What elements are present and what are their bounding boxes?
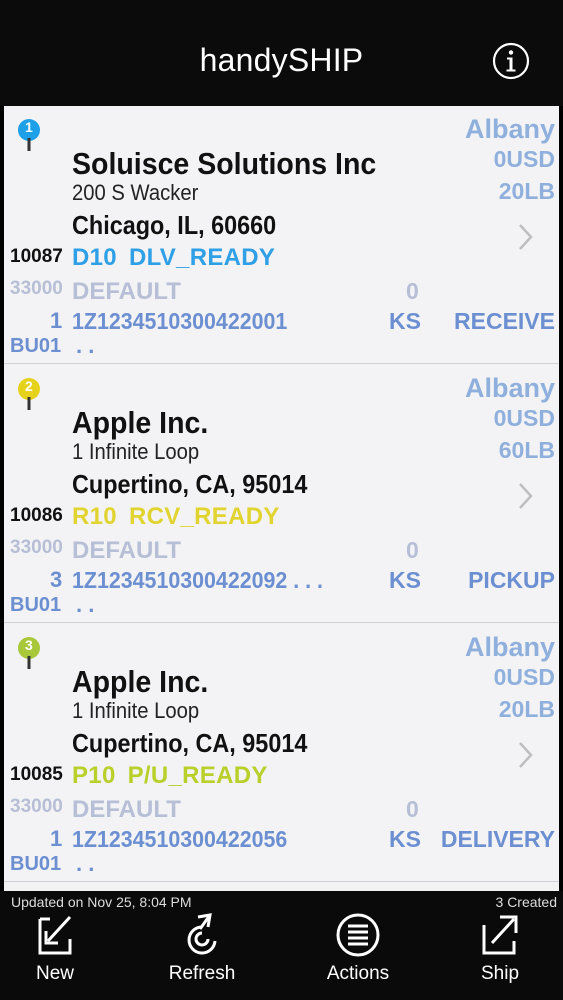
updated-timestamp: Updated on Nov 25, 8:04 PM: [11, 894, 192, 910]
tracking-number: 1Z1234510300422001: [72, 308, 288, 334]
refresh-button[interactable]: Refresh: [152, 911, 252, 1000]
list-icon: [336, 913, 380, 957]
status-code: D10: [72, 244, 117, 271]
status: D10 DLV_READY: [72, 244, 275, 272]
pin-number: 2: [25, 378, 33, 394]
pin-number: 1: [25, 119, 33, 135]
plant-code: 33000: [10, 278, 63, 299]
shipment-number: 10086: [10, 505, 63, 526]
street-address: 200 S Wacker: [72, 180, 199, 205]
actions-label: Actions: [326, 963, 390, 984]
city-state-zip: Cupertino, CA, 95014: [72, 728, 308, 758]
unit-label: KS: [389, 308, 421, 334]
company-name: Apple Inc.: [72, 664, 209, 699]
package-count: 1: [50, 308, 63, 333]
weight: 20LB: [498, 178, 555, 204]
shipment-card-3[interactable]: 3 Apple Inc. 1 Infinite Loop Cupertino, …: [4, 624, 559, 882]
shipment-number: 10085: [10, 764, 63, 785]
refresh-label: Refresh: [168, 963, 236, 984]
unit-label: KS: [389, 567, 421, 593]
status-text: P/U_READY: [127, 762, 268, 789]
app-title: handySHIP: [199, 42, 364, 78]
tracking-number: 1Z1234510300422056: [72, 826, 288, 852]
weight: 20LB: [498, 696, 555, 722]
shipment-card-1[interactable]: 1 Soluisce Solutions Inc 200 S Wacker Ch…: [4, 106, 559, 364]
amount: 0USD: [493, 405, 555, 431]
amount: 0USD: [493, 146, 555, 172]
more-dots: . .: [76, 592, 95, 617]
zero-value: 0: [406, 278, 419, 304]
city-state-zip: Cupertino, CA, 95014: [72, 469, 308, 499]
status: R10 RCV_READY: [72, 503, 280, 531]
location: Albany: [464, 373, 555, 403]
package-count: 3: [50, 567, 63, 592]
default-label: DEFAULT: [72, 796, 181, 823]
status-text: DLV_READY: [128, 244, 276, 271]
street-address: 1 Infinite Loop: [72, 439, 200, 464]
weight: 60LB: [498, 437, 555, 463]
toolbar: Updated on Nov 25, 8:04 PM 3 Created New…: [0, 891, 563, 1000]
chevron-right-icon: [519, 742, 533, 768]
ship-button[interactable]: Ship: [450, 911, 550, 1000]
amount: 0USD: [493, 664, 555, 690]
new-label: New: [35, 963, 74, 984]
more-dots: . .: [76, 851, 95, 876]
location: Albany: [464, 114, 555, 144]
created-count: 3 Created: [495, 894, 557, 910]
default-label: DEFAULT: [72, 278, 181, 305]
chevron-right-icon: [519, 224, 533, 250]
ship-label: Ship: [480, 963, 520, 984]
company-name: Soluisce Solutions Inc: [72, 146, 377, 181]
unit-label: KS: [389, 826, 421, 852]
more-dots: . .: [76, 333, 95, 358]
share-icon: [482, 915, 518, 955]
pin-number: 3: [25, 637, 33, 653]
info-icon: [492, 42, 530, 80]
action-label: PICKUP: [468, 567, 555, 593]
package-count: 1: [50, 826, 63, 851]
plant-code: 33000: [10, 537, 63, 558]
actions-button[interactable]: Actions: [308, 911, 408, 1000]
chevron-right-icon: [519, 483, 533, 509]
plant-code: 33000: [10, 796, 63, 817]
action-label: RECEIVE: [454, 308, 555, 334]
nav-bar: handySHIP: [0, 0, 563, 106]
company-name: Apple Inc.: [72, 405, 209, 440]
action-label: DELIVERY: [440, 826, 555, 852]
status-code: P10: [72, 762, 116, 789]
business-unit: BU01: [10, 335, 62, 357]
city-state-zip: Chicago, IL, 60660: [72, 210, 277, 240]
info-button[interactable]: [492, 42, 530, 80]
new-icon: [38, 915, 72, 955]
shipment-card-2[interactable]: 2 Apple Inc. 1 Infinite Loop Cupertino, …: [4, 365, 559, 623]
default-label: DEFAULT: [72, 537, 181, 564]
business-unit: BU01: [10, 594, 62, 616]
location: Albany: [464, 632, 555, 662]
status: P10 P/U_READY: [72, 762, 268, 790]
shipment-number: 10087: [10, 246, 63, 267]
shipment-list: 1 Soluisce Solutions Inc 200 S Wacker Ch…: [4, 106, 559, 891]
street-address: 1 Infinite Loop: [72, 698, 200, 723]
business-unit: BU01: [10, 853, 62, 875]
refresh-icon: [187, 913, 217, 955]
zero-value: 0: [406, 796, 419, 822]
status-text: RCV_READY: [128, 503, 280, 530]
new-button[interactable]: New: [5, 911, 105, 1000]
tracking-number: 1Z1234510300422092 . . .: [72, 567, 323, 593]
zero-value: 0: [406, 537, 419, 563]
status-code: R10: [72, 503, 117, 530]
